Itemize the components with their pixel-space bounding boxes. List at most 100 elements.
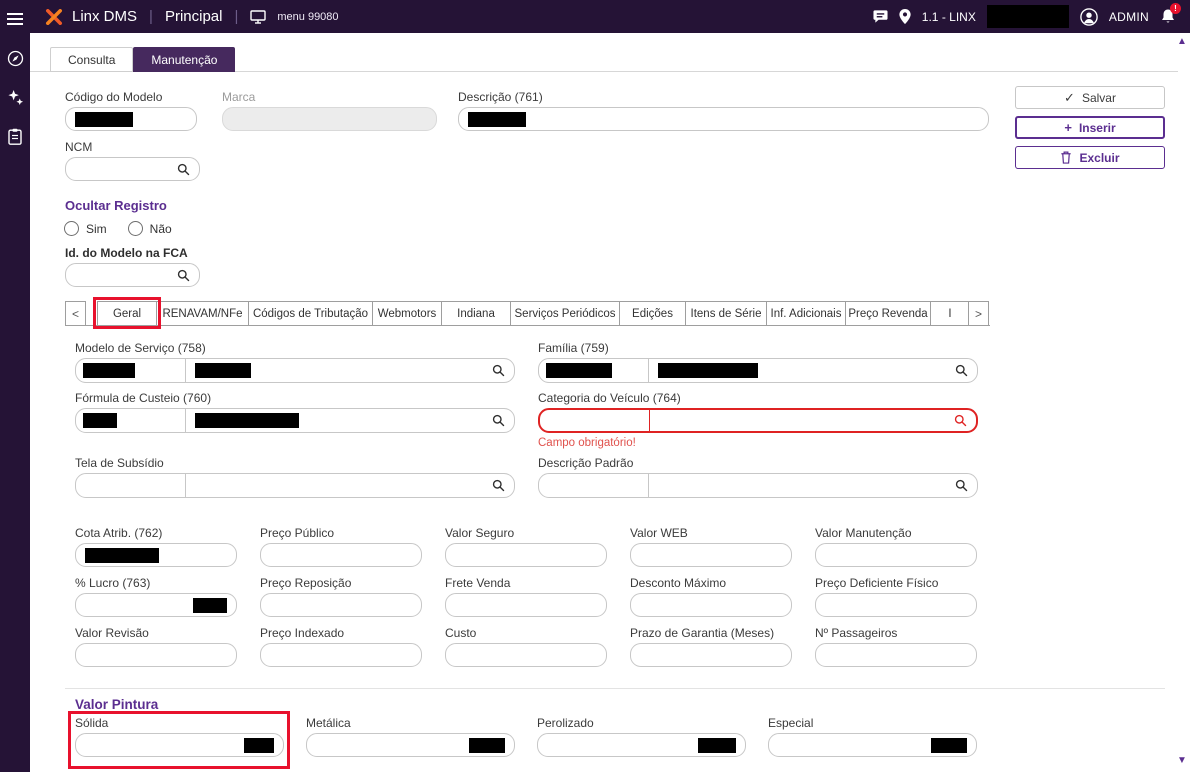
- tela-subsidio-desc-input[interactable]: [186, 474, 514, 497]
- especial-input[interactable]: [768, 733, 977, 757]
- check-icon: ✓: [1064, 91, 1075, 104]
- radio-sim[interactable]: [64, 221, 79, 236]
- tab-webmotors[interactable]: Webmotors: [372, 301, 442, 326]
- search-icon[interactable]: [492, 364, 505, 377]
- preco-deficiente-fisico-input[interactable]: [815, 593, 977, 617]
- ocultar-registro-heading: Ocultar Registro: [65, 198, 167, 213]
- field-prazo-garantia: Prazo de Garantia (Meses): [630, 626, 792, 667]
- tab-preco-revenda[interactable]: Preço Revenda: [845, 301, 931, 326]
- user-avatar-icon[interactable]: [1080, 8, 1098, 26]
- search-icon[interactable]: [177, 163, 190, 176]
- redacted-value: [658, 363, 758, 378]
- metalica-input[interactable]: [306, 733, 515, 757]
- formula-custeio-lookup[interactable]: [75, 408, 515, 433]
- modelo-servico-lookup[interactable]: [75, 358, 515, 383]
- formula-custeio-desc-input[interactable]: [186, 409, 514, 432]
- valor-pintura-grid: Sólida Metálica Perolizado Especial: [75, 716, 977, 757]
- field-label: Valor Seguro: [445, 526, 607, 540]
- descricao-input[interactable]: [458, 107, 989, 131]
- delete-button[interactable]: Excluir: [1015, 146, 1165, 169]
- save-button[interactable]: ✓ Salvar: [1015, 86, 1165, 109]
- redacted-value: [931, 738, 967, 753]
- tab-itens-serie[interactable]: Itens de Série: [685, 301, 767, 326]
- familia-code-input[interactable]: [539, 359, 649, 382]
- valor-web-input[interactable]: [630, 543, 792, 567]
- codigo-modelo-input[interactable]: [65, 107, 197, 131]
- marca-label: Marca: [222, 90, 255, 104]
- compass-icon[interactable]: [4, 49, 26, 67]
- prazo-garantia-input[interactable]: [630, 643, 792, 667]
- num-passageiros-input[interactable]: [815, 643, 977, 667]
- perc-lucro-input[interactable]: [75, 593, 237, 617]
- categoria-veiculo-desc-input[interactable]: [650, 410, 976, 431]
- tab-edicoes[interactable]: Edições: [619, 301, 686, 326]
- tela-subsidio-label: Tela de Subsídio: [75, 456, 164, 470]
- search-icon[interactable]: [954, 414, 967, 427]
- custo-input[interactable]: [445, 643, 607, 667]
- tab-codigos-tributacao[interactable]: Códigos de Tributação: [248, 301, 373, 326]
- perolizado-input[interactable]: [537, 733, 746, 757]
- tab-inf-adicionais[interactable]: Inf. Adicionais: [766, 301, 846, 326]
- field-custo: Custo: [445, 626, 607, 667]
- tab-manutencao[interactable]: Manutenção: [133, 47, 235, 72]
- preco-indexado-input[interactable]: [260, 643, 422, 667]
- tela-subsidio-lookup[interactable]: [75, 473, 515, 498]
- preco-reposicao-input[interactable]: [260, 593, 422, 617]
- hamburger-menu-icon[interactable]: [4, 10, 26, 28]
- familia-desc-input[interactable]: [649, 359, 977, 382]
- sparkles-icon[interactable]: [4, 88, 26, 106]
- feedback-icon[interactable]: [873, 9, 888, 24]
- notifications-bell-icon[interactable]: !: [1160, 8, 1176, 25]
- tab-indiana[interactable]: Indiana: [441, 301, 511, 326]
- tabstrip-scroll-right-button[interactable]: >: [968, 301, 989, 326]
- search-icon[interactable]: [492, 479, 505, 492]
- tab-geral[interactable]: Geral: [97, 301, 157, 326]
- field-label: Valor WEB: [630, 526, 792, 540]
- descricao-padrao-lookup[interactable]: [538, 473, 978, 498]
- search-icon[interactable]: [492, 414, 505, 427]
- insert-button[interactable]: + Inserir: [1015, 116, 1165, 139]
- top-bar-left: Linx DMS | Principal | menu 99080: [45, 8, 339, 25]
- ncm-input[interactable]: [65, 157, 200, 181]
- cota-atrib-input[interactable]: [75, 543, 237, 567]
- redacted-branch-value: [987, 5, 1069, 28]
- descricao-padrao-desc-input[interactable]: [649, 474, 977, 497]
- scroll-up-arrow[interactable]: ▲: [1177, 36, 1187, 47]
- tab-consulta[interactable]: Consulta: [50, 47, 133, 72]
- field-valor-web: Valor WEB: [630, 526, 792, 567]
- tab-renavam-nfe[interactable]: RENAVAM/NFe: [156, 301, 249, 326]
- formula-custeio-code-input[interactable]: [76, 409, 186, 432]
- modelo-servico-code-input[interactable]: [76, 359, 186, 382]
- scroll-down-arrow[interactable]: ▼: [1177, 755, 1187, 766]
- preco-publico-input[interactable]: [260, 543, 422, 567]
- ncm-label: NCM: [65, 140, 92, 154]
- id-modelo-fca-input[interactable]: [65, 263, 200, 287]
- search-icon[interactable]: [955, 479, 968, 492]
- location-pin-icon[interactable]: [899, 9, 911, 24]
- solida-input[interactable]: [75, 733, 284, 757]
- valor-manutencao-input[interactable]: [815, 543, 977, 567]
- categoria-veiculo-lookup[interactable]: [538, 408, 978, 433]
- tabstrip-scroll-left-button[interactable]: <: [65, 301, 86, 326]
- frete-venda-input[interactable]: [445, 593, 607, 617]
- values-grid: Cota Atrib. (762) Preço Público Valor Se…: [75, 526, 977, 667]
- valor-seguro-input[interactable]: [445, 543, 607, 567]
- search-icon[interactable]: [955, 364, 968, 377]
- valor-revisao-input[interactable]: [75, 643, 237, 667]
- tela-subsidio-code-input[interactable]: [76, 474, 186, 497]
- tab-servicos-periodicos[interactable]: Serviços Periódicos: [510, 301, 620, 326]
- familia-lookup[interactable]: [538, 358, 978, 383]
- left-sidebar: [0, 0, 30, 772]
- tab-partial[interactable]: I: [930, 301, 968, 326]
- search-icon[interactable]: [177, 269, 190, 282]
- field-label: Preço Indexado: [260, 626, 422, 640]
- categoria-veiculo-code-input[interactable]: [540, 410, 650, 431]
- modelo-servico-desc-input[interactable]: [186, 359, 514, 382]
- desconto-maximo-input[interactable]: [630, 593, 792, 617]
- redacted-value: [75, 112, 133, 127]
- field-label: Cota Atrib. (762): [75, 526, 237, 540]
- descricao-padrao-code-input[interactable]: [539, 474, 649, 497]
- radio-nao[interactable]: [128, 221, 143, 236]
- clipboard-icon[interactable]: [4, 127, 26, 145]
- field-label: Valor Manutenção: [815, 526, 977, 540]
